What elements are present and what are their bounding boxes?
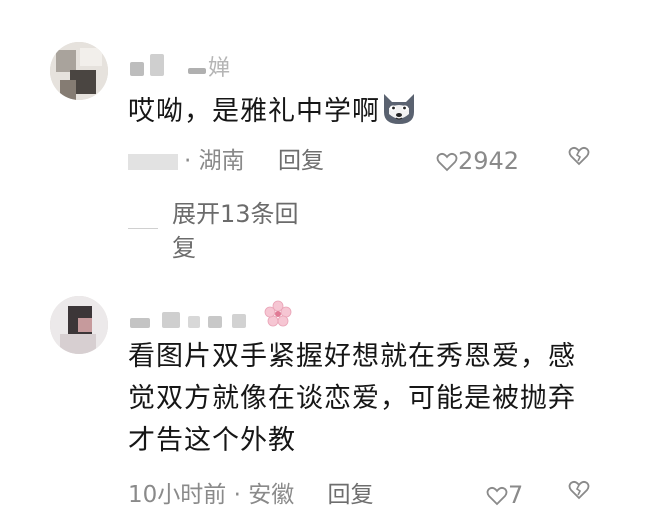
location: 安徽 <box>248 482 295 508</box>
heart-icon <box>486 481 508 509</box>
comment-item: 看图片双手紧握好想就在秀恩爱，感觉双方就像在谈恋爱，可能是被抛弃才告这个外教 1… <box>0 280 660 511</box>
heart-icon <box>436 147 458 175</box>
comment-text: 看图片双手紧握好想就在秀恩爱，感觉双方就像在谈恋爱，可能是被抛弃才告这个外教 <box>128 341 576 456</box>
separator: · <box>233 482 241 508</box>
comment-meta: 10小时前 · 安徽 回复 <box>128 480 374 510</box>
cherry-blossom-emoji <box>264 300 292 332</box>
avatar[interactable] <box>50 296 108 354</box>
like-button[interactable]: 2942 <box>436 146 519 176</box>
comment-meta: · 湖南 回复 <box>128 146 324 176</box>
dislike-button[interactable] <box>568 146 590 176</box>
comment-item: 婵 哎呦，是雅礼中学啊 · 湖南 回复 2942 展开13条回复 <box>0 0 660 270</box>
location: 湖南 <box>198 148 245 174</box>
like-button[interactable]: 7 <box>486 480 523 510</box>
like-count: 7 <box>508 481 524 509</box>
comment-text: 哎呦，是雅礼中学啊 <box>128 90 548 139</box>
broken-heart-icon <box>568 146 590 167</box>
reply-button[interactable]: 回复 <box>278 148 324 174</box>
reply-button[interactable]: 回复 <box>328 482 374 508</box>
broken-heart-icon <box>568 480 590 501</box>
expand-replies-button[interactable]: 展开13条回复 <box>172 197 322 265</box>
timestamp: 10小时前 <box>128 482 227 508</box>
username[interactable]: 婵 <box>128 52 248 81</box>
location-prefix-blur <box>128 153 178 170</box>
dislike-button[interactable] <box>568 480 590 510</box>
expand-divider <box>128 228 158 229</box>
separator: · <box>184 148 192 174</box>
wolf-dog-emoji <box>380 90 418 139</box>
username-suffix: 婵 <box>208 56 231 81</box>
username[interactable] <box>128 300 308 330</box>
like-count: 2942 <box>458 147 520 175</box>
avatar[interactable] <box>50 42 108 100</box>
